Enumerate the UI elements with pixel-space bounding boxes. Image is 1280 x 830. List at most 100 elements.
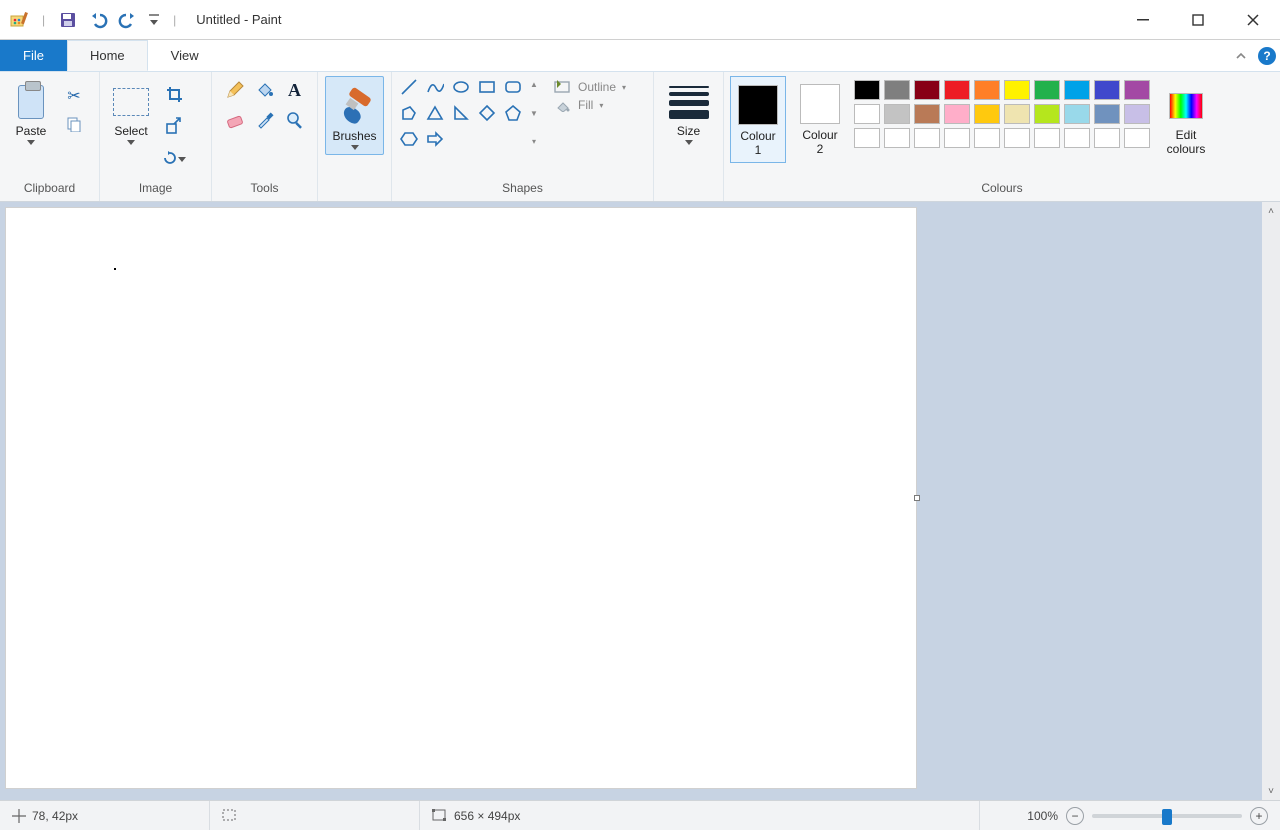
scroll-down-icon[interactable]: ▼ [530, 105, 538, 122]
palette-swatch[interactable] [884, 80, 910, 100]
colour-palette [854, 76, 1150, 152]
palette-swatch[interactable] [1004, 128, 1030, 148]
palette-swatch[interactable] [884, 104, 910, 124]
palette-swatch[interactable] [974, 104, 1000, 124]
scroll-more-icon[interactable]: ▾ [532, 133, 536, 150]
palette-swatch[interactable] [1124, 104, 1150, 124]
outline-dropdown[interactable]: Outline ▾ [554, 80, 626, 94]
canvas-area[interactable] [0, 202, 1262, 800]
app-icon[interactable] [8, 9, 30, 31]
colour2-button[interactable]: Colour 2 [792, 76, 848, 161]
palette-swatch[interactable] [974, 80, 1000, 100]
edit-colours-button[interactable]: Edit colours [1156, 76, 1216, 161]
help-button[interactable]: ? [1254, 40, 1280, 71]
palette-swatch[interactable] [854, 80, 880, 100]
panel-size: Size . [654, 72, 724, 201]
palette-swatch[interactable] [1094, 80, 1120, 100]
shape-oval[interactable] [450, 76, 472, 98]
save-icon[interactable] [57, 9, 79, 31]
shape-line[interactable] [398, 76, 420, 98]
palette-swatch[interactable] [1034, 128, 1060, 148]
shape-pentagon[interactable] [502, 102, 524, 124]
ribbon-collapse-icon[interactable] [1228, 40, 1254, 71]
brushes-button[interactable]: Brushes [325, 76, 383, 155]
palette-swatch[interactable] [1064, 128, 1090, 148]
shape-diamond[interactable] [476, 102, 498, 124]
eraser-tool[interactable] [221, 106, 249, 134]
rotate-button[interactable] [162, 146, 186, 170]
scroll-down-icon[interactable]: ˅ [1262, 782, 1280, 800]
palette-swatch[interactable] [854, 128, 880, 148]
shape-roundrect[interactable] [502, 76, 524, 98]
palette-swatch[interactable] [944, 104, 970, 124]
shape-arrow-right[interactable] [424, 128, 446, 150]
palette-swatch[interactable] [1064, 104, 1090, 124]
scroll-up-icon[interactable]: ▲ [530, 76, 538, 93]
close-button[interactable] [1225, 0, 1280, 40]
panel-brushes: Brushes . [318, 72, 392, 201]
eyedropper-tool[interactable] [251, 106, 279, 134]
scroll-up-icon[interactable]: ˄ [1262, 202, 1280, 220]
panel-label: Shapes [398, 177, 647, 201]
palette-swatch[interactable] [1064, 80, 1090, 100]
zoom-slider[interactable] [1092, 814, 1242, 818]
undo-icon[interactable] [87, 9, 109, 31]
tab-home[interactable]: Home [67, 40, 148, 71]
magnifier-tool[interactable] [281, 106, 309, 134]
zoom-in-button[interactable]: + [1250, 807, 1268, 825]
maximize-button[interactable] [1170, 0, 1225, 40]
status-canvas-size: 656 × 494px [420, 801, 980, 830]
panel-tools: A Tools [212, 72, 318, 201]
shape-curve[interactable] [424, 76, 446, 98]
palette-swatch[interactable] [854, 104, 880, 124]
shape-polygon[interactable] [398, 102, 420, 124]
palette-swatch[interactable] [1094, 104, 1120, 124]
titlebar: | | Untitled - Paint [0, 0, 1280, 40]
palette-swatch[interactable] [914, 104, 940, 124]
palette-swatch[interactable] [1004, 80, 1030, 100]
tab-file[interactable]: File [0, 40, 67, 71]
text-tool[interactable]: A [281, 76, 309, 104]
palette-swatch[interactable] [944, 80, 970, 100]
tab-view[interactable]: View [148, 40, 222, 71]
palette-swatch[interactable] [974, 128, 1000, 148]
shape-triangle[interactable] [424, 102, 446, 124]
zoom-out-button[interactable]: − [1066, 807, 1084, 825]
colour1-button[interactable]: Colour 1 [730, 76, 786, 163]
shapes-scroll[interactable]: ▲ ▼ ▾ [526, 76, 542, 150]
fill-dropdown[interactable]: Fill ▾ [554, 98, 626, 112]
vertical-scrollbar[interactable]: ˄ ˅ [1262, 202, 1280, 800]
shapes-gallery[interactable] [398, 76, 524, 150]
shape-rect[interactable] [476, 76, 498, 98]
qat-customize-icon[interactable] [147, 9, 161, 31]
copy-button[interactable] [62, 112, 86, 136]
palette-swatch[interactable] [1004, 104, 1030, 124]
resize-button[interactable] [162, 114, 186, 138]
shape-hexagon[interactable] [398, 128, 420, 150]
palette-swatch[interactable] [884, 128, 910, 148]
palette-swatch[interactable] [1094, 128, 1120, 148]
zoom-thumb[interactable] [1162, 809, 1172, 825]
pencil-tool[interactable] [221, 76, 249, 104]
palette-swatch[interactable] [944, 128, 970, 148]
cut-button[interactable]: ✂ [62, 84, 86, 108]
palette-swatch[interactable] [1034, 80, 1060, 100]
paste-button[interactable]: Paste [6, 76, 56, 149]
canvas[interactable] [6, 208, 916, 788]
redo-icon[interactable] [117, 9, 139, 31]
resize-handle-right[interactable] [914, 495, 920, 501]
bucket-tool[interactable] [251, 76, 279, 104]
size-button[interactable]: Size [664, 76, 714, 149]
crop-button[interactable] [162, 82, 186, 106]
separator: | [42, 13, 45, 27]
zoom-controls: 100% − + [1015, 807, 1280, 825]
minimize-button[interactable] [1115, 0, 1170, 40]
palette-swatch[interactable] [1124, 80, 1150, 100]
palette-swatch[interactable] [914, 128, 940, 148]
palette-swatch[interactable] [914, 80, 940, 100]
palette-swatch[interactable] [1124, 128, 1150, 148]
select-button[interactable]: Select [106, 76, 156, 149]
bucket-icon [255, 80, 275, 100]
palette-swatch[interactable] [1034, 104, 1060, 124]
shape-right-triangle[interactable] [450, 102, 472, 124]
